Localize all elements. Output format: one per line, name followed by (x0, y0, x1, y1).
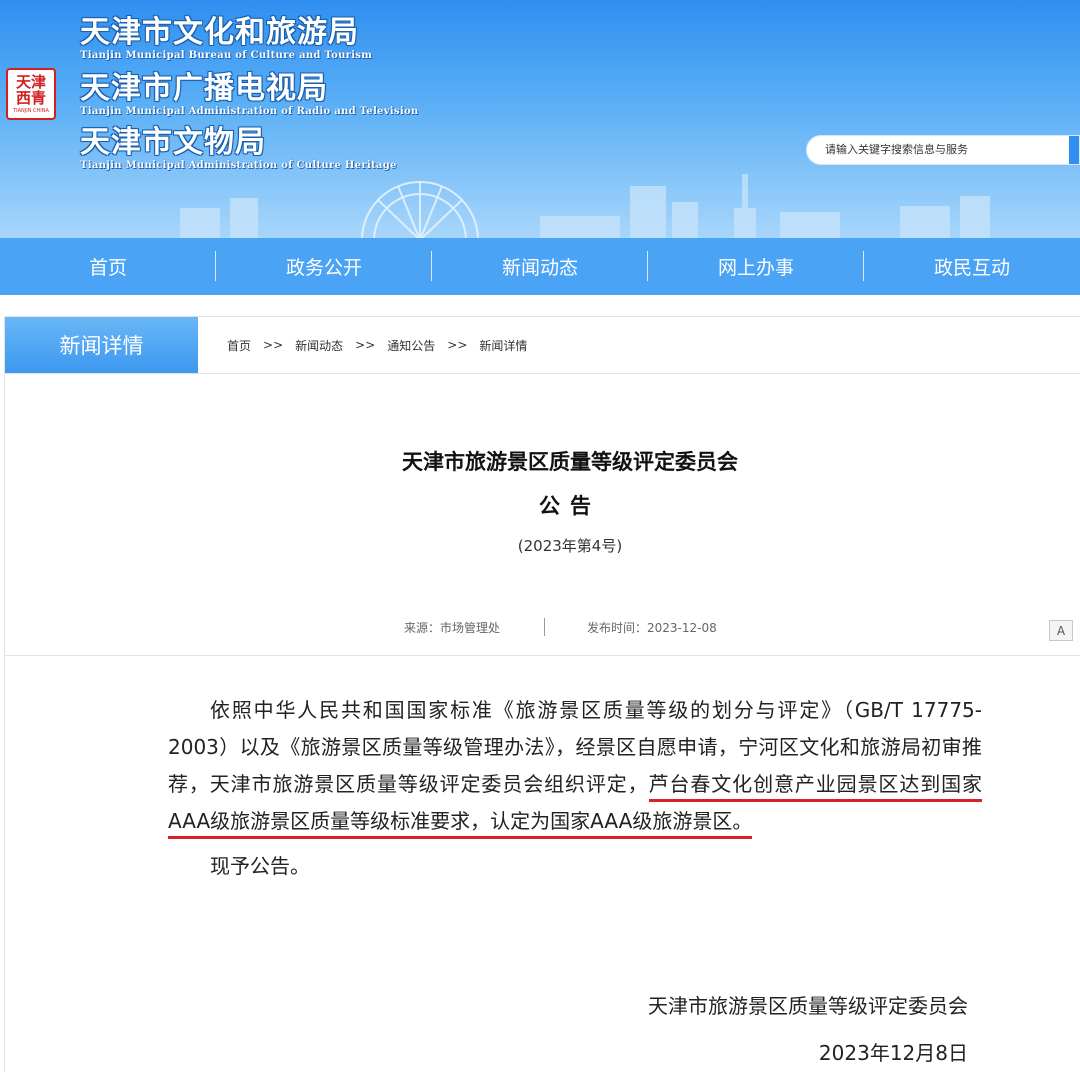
search-box (806, 135, 1080, 165)
breadcrumb-link-notices[interactable]: 通知公告 (387, 337, 435, 354)
main-nav: 首页 政务公开 新闻动态 网上办事 政民互动 (0, 238, 1080, 295)
breadcrumb-bar: 新闻详情 首页 >> 新闻动态 >> 通知公告 >> 新闻详情 (4, 316, 1080, 374)
org-name-culture-heritage: 天津市文物局 Tianjin Municipal Administration … (80, 125, 397, 172)
article-source: 来源：市场管理处 (404, 620, 501, 635)
breadcrumb-link-news[interactable]: 新闻动态 (295, 337, 343, 354)
breadcrumb-link-home[interactable]: 首页 (227, 337, 251, 354)
article-meta: 来源：市场管理处 发布时间：2023-12-08 (404, 618, 717, 636)
nav-item-home[interactable]: 首页 (0, 238, 216, 295)
article-title-line1: 天津市旅游景区质量等级评定委员会 (402, 450, 738, 474)
breadcrumb-separator: >> (447, 338, 468, 352)
nav-item-news[interactable]: 新闻动态 (432, 238, 648, 295)
meta-divider (544, 618, 546, 636)
nav-item-public-interaction[interactable]: 政民互动 (864, 238, 1080, 295)
city-logo-seal: 天津 西青 TIANJIN CHINA (6, 68, 56, 120)
meta-divider-line (4, 655, 1080, 656)
article-closing: 现予公告。 (210, 854, 310, 878)
search-input[interactable] (807, 137, 1062, 163)
article-date: 2023年12月8日 (818, 1041, 968, 1065)
site-header: 天津 西青 TIANJIN CHINA 天津市文化和旅游局 Tianjin Mun… (0, 0, 1080, 238)
breadcrumb: 首页 >> 新闻动态 >> 通知公告 >> 新闻详情 (227, 317, 527, 373)
search-button[interactable] (1069, 136, 1079, 164)
article-paragraph: 依照中华人民共和国国家标准《旅游景区质量等级的划分与评定》（GB/T 17775… (168, 692, 983, 840)
breadcrumb-separator: >> (263, 338, 284, 352)
nav-item-online-services[interactable]: 网上办事 (648, 238, 864, 295)
article-signature: 天津市旅游景区质量等级评定委员会 (648, 994, 968, 1018)
article-title-line2: 公告 (539, 494, 601, 518)
breadcrumb-separator: >> (355, 338, 376, 352)
breadcrumb-link-news-detail[interactable]: 新闻详情 (479, 337, 527, 354)
section-title: 新闻详情 (5, 317, 198, 373)
article-issue-number: (2023年第4号) (517, 537, 623, 555)
font-size-button[interactable]: A (1049, 620, 1073, 641)
article-publish-time: 发布时间：2023-12-08 (587, 620, 717, 635)
org-name-culture-tourism: 天津市文化和旅游局 Tianjin Municipal Bureau of Cu… (80, 15, 373, 62)
city-skyline-illustration (180, 174, 990, 238)
nav-item-government-affairs[interactable]: 政务公开 (216, 238, 432, 295)
org-name-radio-tv: 天津市广播电视局 Tianjin Municipal Administratio… (80, 71, 419, 118)
